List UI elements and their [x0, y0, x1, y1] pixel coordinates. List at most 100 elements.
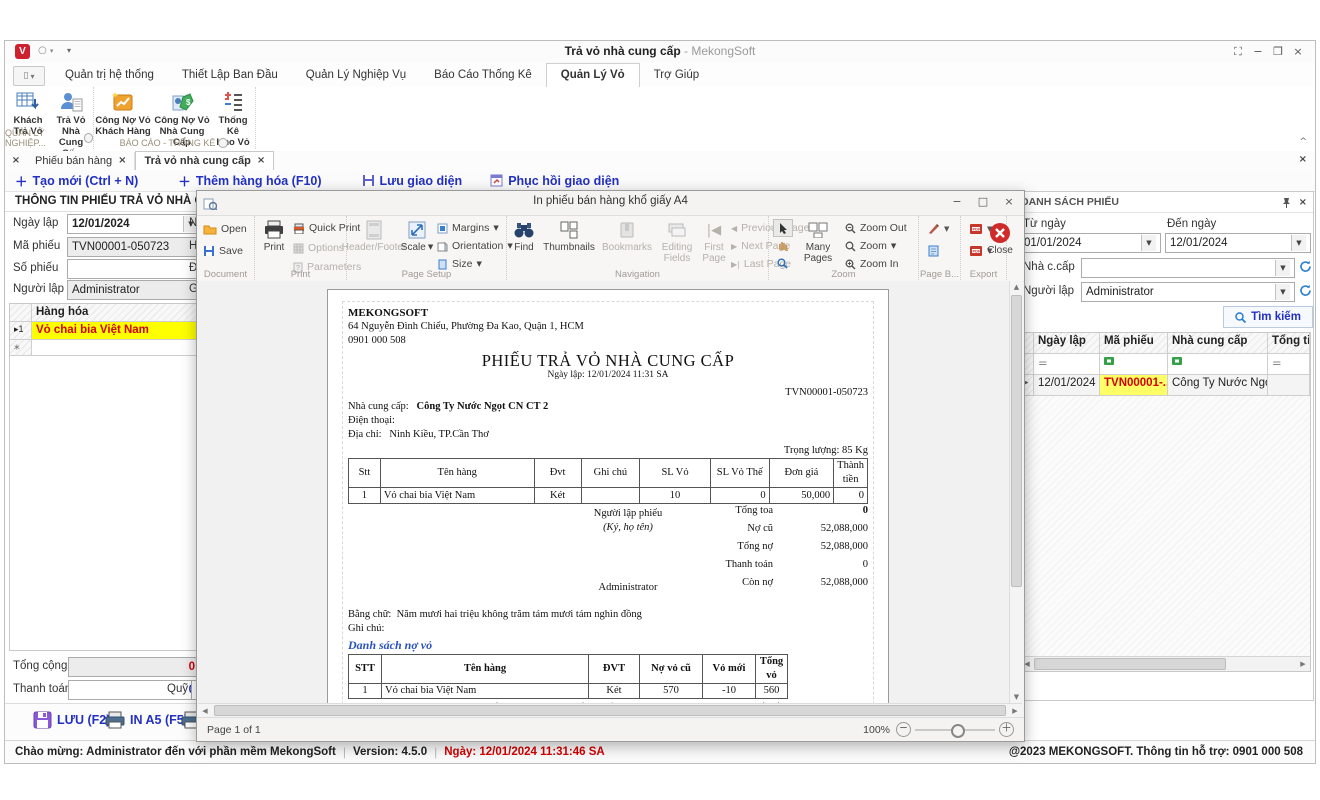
tim-kiem-button[interactable]: Tìm kiếm: [1223, 306, 1313, 328]
ribbon-tab-thiet-lap-ban-dau[interactable]: Thiết Lập Ban Đầu: [168, 64, 292, 87]
cong-no-vo-khach-hang-button[interactable]: Công Nợ VỏKhách Hàng: [95, 89, 151, 137]
scrollbar-thumb[interactable]: [214, 705, 1006, 716]
phuc-hoi-giao-dien-button[interactable]: Phục hồi giao diện: [490, 174, 619, 188]
chevron-down-icon[interactable]: ▼: [1275, 260, 1290, 276]
close-tab-bar-icon[interactable]: ×: [1299, 154, 1307, 165]
screen: V ○ ▾ ▾ Trả vỏ nhà cung cấp - MekongSoft…: [0, 0, 1320, 800]
ribbon-app-button[interactable]: ▯▾: [13, 66, 45, 86]
orientation-button[interactable]: Orientation▼: [437, 238, 513, 254]
find-button[interactable]: Find: [509, 218, 539, 253]
chevron-down-icon[interactable]: ▼: [1291, 235, 1306, 251]
zoom-slider-minus-icon[interactable]: −: [896, 722, 911, 737]
doc-supplier-line: Nhà cung cấp: Công Ty Nước Ngọt CN CT 2: [348, 400, 868, 414]
preview-horizontal-scrollbar[interactable]: ◀ ▶: [198, 703, 1022, 717]
zoom-out-button[interactable]: Zoom Out: [845, 220, 907, 236]
ribbon-tab-quan-tri-he-thong[interactable]: Quản trị hệ thống: [51, 64, 168, 87]
so-phieu-field[interactable]: [67, 259, 203, 279]
close-window-icon[interactable]: ×: [1291, 45, 1305, 59]
ngay-lap-combobox[interactable]: 12/01/2024▼: [67, 214, 203, 234]
scroll-right-icon[interactable]: ▶: [1296, 660, 1310, 668]
zoom-slider-knob[interactable]: [951, 724, 965, 738]
nguoi-lap-combobox[interactable]: Administrator▼: [1081, 282, 1295, 302]
dialog-close-icon[interactable]: ×: [1002, 195, 1016, 209]
group-dialog-launcher-icon[interactable]: [84, 133, 93, 143]
watermark-button[interactable]: ▼: [927, 221, 949, 237]
options-button[interactable]: Options: [293, 240, 344, 256]
tao-moi-button[interactable]: ＋Tạo mới (Ctrl + N): [15, 171, 138, 190]
open-button[interactable]: Open: [203, 221, 247, 237]
chevron-down-icon[interactable]: ▼: [1141, 235, 1156, 251]
zoom-button[interactable]: Zoom▼: [845, 238, 896, 254]
refresh-creator-icon[interactable]: [1299, 284, 1312, 297]
first-page-button[interactable]: |◀ FirstPage: [699, 218, 729, 264]
tu-ngay-combobox[interactable]: 01/01/2024▼: [1019, 233, 1161, 253]
group-dialog-launcher-icon[interactable]: [218, 138, 228, 148]
maximize-icon[interactable]: ❐: [1271, 45, 1285, 59]
collapse-ribbon-chevron-icon[interactable]: ^: [1299, 137, 1307, 147]
grid-header-tong-tien[interactable]: Tổng tiền: [1268, 333, 1310, 354]
pointer-tool-button[interactable]: [773, 219, 793, 237]
grid-header-ma-phieu[interactable]: Mã phiếu: [1100, 333, 1168, 354]
close-all-tabs-icon[interactable]: ×: [5, 155, 27, 166]
scrollbar-thumb[interactable]: [1034, 658, 1226, 670]
ribbon-tab-quan-ly-vo[interactable]: Quản Lý Vỏ: [546, 63, 640, 88]
tab-tra-vo-nha-cung-cap[interactable]: Trả vỏ nhà cung cấp×: [135, 151, 274, 171]
dialog-minimize-icon[interactable]: −: [950, 195, 964, 209]
ma-phieu-field[interactable]: TVN00001-050723: [67, 237, 203, 257]
zoom-slider-plus-icon[interactable]: ＋: [999, 722, 1014, 737]
filter-cell-text[interactable]: [1168, 354, 1268, 375]
dialog-maximize-icon[interactable]: □: [976, 195, 990, 209]
preview-vertical-scrollbar[interactable]: ▲ ▼: [1009, 281, 1023, 703]
thumbnails-button[interactable]: Thumbnails: [541, 218, 597, 253]
print-button[interactable]: Print: [257, 218, 291, 253]
editing-fields-button[interactable]: EditingFields: [657, 218, 697, 264]
pin-icon[interactable]: [1282, 197, 1291, 208]
doc-total-row: Tổng nợ52,088,000: [653, 540, 868, 554]
tab-phieu-ban-hang[interactable]: Phiếu bán hàng×: [27, 152, 135, 170]
them-hang-hoa-button[interactable]: ＋Thêm hàng hóa (F10): [178, 171, 321, 190]
save-button[interactable]: Save: [203, 243, 243, 259]
filter-cell-text[interactable]: [1100, 354, 1168, 375]
den-ngay-combobox[interactable]: 12/01/2024▼: [1165, 233, 1311, 253]
nha-ccap-combobox[interactable]: ▼: [1081, 258, 1295, 278]
bookmarks-button[interactable]: Bookmarks: [599, 218, 655, 253]
ribbon-tab-bao-cao-thong-ke[interactable]: Báo Cáo Thống Kê: [420, 64, 546, 87]
close-tab-icon[interactable]: ×: [257, 152, 265, 170]
scroll-right-icon[interactable]: ▶: [1008, 707, 1022, 715]
filter-cell-number[interactable]: =: [1268, 354, 1310, 375]
preview-area[interactable]: MEKONGSOFT 64 Nguyễn Đình Chiểu, Phường …: [198, 281, 1009, 703]
doc-total-row: Tổng toa0: [653, 504, 868, 518]
close-tab-icon[interactable]: ×: [118, 152, 126, 170]
close-preview-button[interactable]: Close: [978, 221, 1022, 256]
ribbon-tab-quan-ly-nghiep-vu[interactable]: Quản Lý Nghiệp Vụ: [292, 64, 420, 87]
tong-cong-field[interactable]: 0: [68, 657, 200, 677]
minimize-icon[interactable]: −: [1251, 45, 1265, 59]
filter-cell-date[interactable]: =: [1034, 354, 1100, 375]
many-pages-button[interactable]: Many Pages: [795, 218, 841, 264]
scroll-down-icon[interactable]: ▼: [1010, 691, 1023, 703]
luu-button[interactable]: LƯU (F2): [33, 711, 110, 729]
dialog-titlebar[interactable]: In phiếu bán hàng khổ giấy A4 − □ ×: [197, 191, 1024, 216]
close-panel-icon[interactable]: ×: [1299, 197, 1307, 208]
scroll-up-icon[interactable]: ▲: [1010, 281, 1023, 293]
refresh-supplier-icon[interactable]: [1299, 260, 1312, 273]
grid-header-ngay-lap[interactable]: Ngày lập: [1034, 333, 1100, 354]
zoom-slider[interactable]: [915, 729, 995, 731]
scrollbar-thumb[interactable]: [1011, 295, 1022, 587]
grid-horizontal-scrollbar[interactable]: ◀ ▶: [1020, 656, 1310, 671]
in-a5-button[interactable]: IN A5 (F5): [105, 711, 188, 729]
table-row[interactable]: ▸ 12/01/2024 TVN00001-... Công Ty Nước N…: [1020, 375, 1310, 396]
page-color-button[interactable]: [928, 243, 939, 259]
margins-button[interactable]: Margins▼: [437, 220, 499, 236]
chevron-down-icon[interactable]: ▼: [1275, 284, 1290, 300]
header-footer-button[interactable]: Header/Footer: [349, 218, 399, 253]
nguoi-lap-field[interactable]: Administrator: [67, 280, 203, 300]
fit-window-icon[interactable]: ⛶: [1231, 45, 1245, 59]
tra-vo-nha-cung-cap-button[interactable]: Trả Vỏ NhàCung Cấp: [49, 89, 93, 159]
ribbon-tab-tro-giup[interactable]: Trợ Giúp: [640, 64, 713, 87]
hand-tool-button[interactable]: [773, 237, 791, 253]
scale-button[interactable]: Scale▼: [401, 218, 433, 253]
scroll-left-icon[interactable]: ◀: [198, 707, 212, 715]
luu-giao-dien-button[interactable]: Lưu giao diện: [362, 174, 463, 188]
grid-header-nha-cung-cap[interactable]: Nhà cung cấp: [1168, 333, 1268, 354]
